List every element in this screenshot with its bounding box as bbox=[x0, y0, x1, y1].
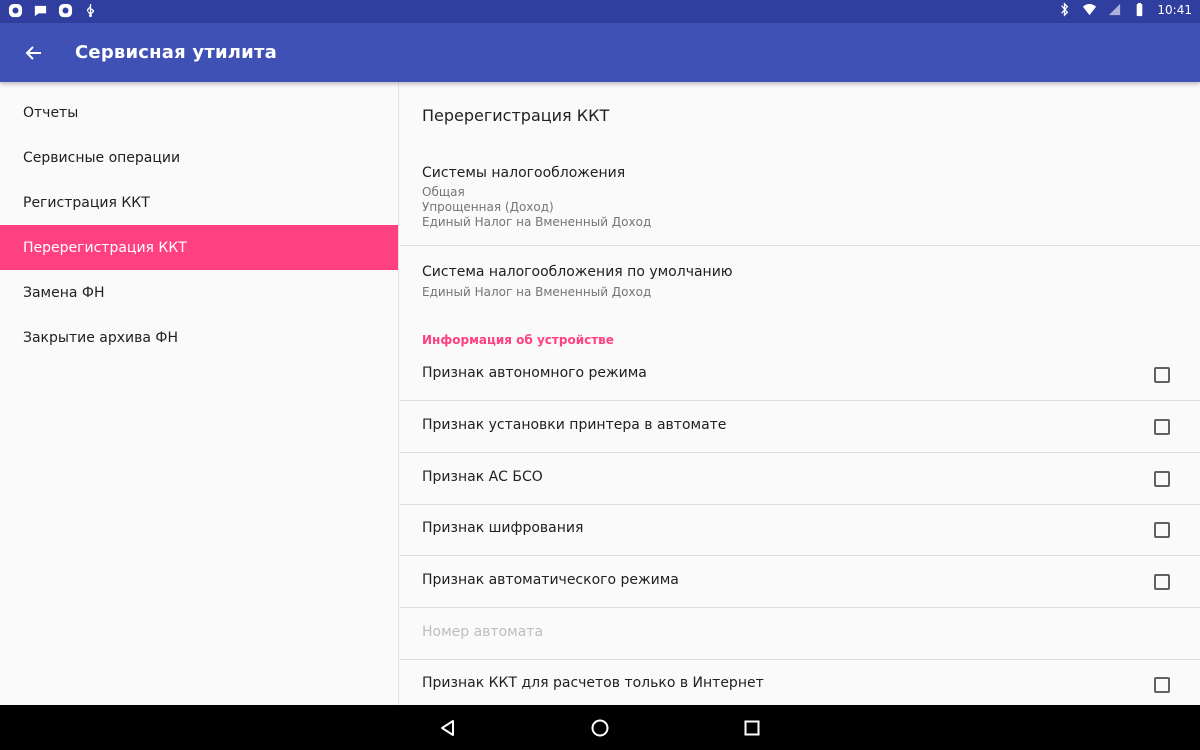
app-bar: Сервисная утилита bbox=[0, 23, 1200, 82]
checkbox-label: Признак автономного режима bbox=[422, 365, 647, 381]
autonomous-mode-row[interactable]: Признак автономного режима bbox=[400, 349, 1200, 401]
status-bar-notifications bbox=[8, 3, 98, 18]
arrow-back-icon bbox=[25, 46, 41, 60]
tax-systems-summary-line: Общая bbox=[422, 185, 465, 199]
encryption-row[interactable]: Признак шифрования bbox=[400, 504, 1200, 556]
status-bar: 10:41 bbox=[0, 0, 1200, 23]
menu-item-service-operations[interactable]: Сервисные операции bbox=[0, 135, 398, 180]
menu-item-kkt-registration[interactable]: Регистрация ККТ bbox=[0, 180, 398, 225]
preferences-pane: Перерегистрация ККТ Системы налогообложе… bbox=[400, 82, 1200, 705]
back-button[interactable] bbox=[19, 38, 49, 68]
recents-square-icon bbox=[744, 720, 760, 736]
tax-systems-preference[interactable]: Системы налогообложения Общая Упрощенная… bbox=[400, 152, 1200, 246]
nav-home-button[interactable] bbox=[588, 716, 612, 740]
checkbox-label: Признак установки принтера в автомате bbox=[422, 417, 727, 433]
home-circle-icon bbox=[591, 719, 609, 737]
machine-number-label: Номер автомата bbox=[422, 624, 544, 640]
printer-installed-checkbox[interactable] bbox=[1154, 419, 1170, 435]
menu-item-label: Сервисные операции bbox=[23, 149, 181, 166]
automatic-mode-row[interactable]: Признак автоматического режима bbox=[400, 556, 1200, 608]
status-bar-system: 10:41 bbox=[1057, 2, 1192, 17]
printer-installed-row[interactable]: Признак установки принтера в автомате bbox=[400, 401, 1200, 453]
clock: 10:41 bbox=[1157, 2, 1192, 17]
checkbox-label: Признак ККТ для расчетов только в Интерн… bbox=[422, 675, 764, 691]
nav-recents-button[interactable] bbox=[740, 716, 764, 740]
tax-systems-title: Системы налогообложения bbox=[422, 165, 626, 181]
back-triangle-icon bbox=[441, 720, 454, 736]
encryption-checkbox[interactable] bbox=[1154, 522, 1170, 538]
default-tax-preference[interactable]: Система налогообложения по умолчанию Еди… bbox=[400, 246, 1200, 316]
checkbox-label: Признак шифрования bbox=[422, 520, 584, 536]
bluetooth-icon bbox=[1057, 2, 1072, 17]
signal-icon bbox=[1107, 2, 1122, 17]
as-bso-row[interactable]: Признак АС БСО bbox=[400, 453, 1200, 505]
checkbox-label: Признак автоматического режима bbox=[422, 572, 679, 588]
nav-back-button[interactable] bbox=[436, 716, 460, 740]
automatic-mode-checkbox[interactable] bbox=[1154, 574, 1170, 590]
usb-icon bbox=[83, 3, 98, 18]
page-title: Перерегистрация ККТ bbox=[422, 106, 610, 125]
menu-item-label: Закрытие архива ФН bbox=[23, 329, 178, 346]
internet-only-row[interactable]: Признак ККТ для расчетов только в Интерн… bbox=[400, 659, 1200, 705]
navigation-bar bbox=[0, 705, 1200, 750]
menu-item-label: Отчеты bbox=[23, 104, 79, 121]
menu-item-fn-replacement[interactable]: Замена ФН bbox=[0, 270, 398, 315]
menu-item-label: Перерегистрация ККТ bbox=[23, 239, 187, 256]
internet-only-checkbox[interactable] bbox=[1154, 677, 1170, 693]
menu-item-kkt-reregistration[interactable]: Перерегистрация ККТ bbox=[0, 225, 398, 270]
machine-number-row: Номер автомата bbox=[400, 608, 1200, 660]
tax-systems-summary-line: Упрощенная (Доход) bbox=[422, 200, 554, 214]
checkbox-label: Признак АС БСО bbox=[422, 469, 543, 485]
default-tax-summary: Единый Налог на Вмененный Доход bbox=[422, 285, 652, 299]
settings-menu: Отчеты Сервисные операции Регистрация КК… bbox=[0, 82, 399, 705]
app-title: Сервисная утилита bbox=[75, 42, 277, 63]
tax-systems-summary-line: Единый Налог на Вмененный Доход bbox=[422, 215, 652, 229]
wifi-icon bbox=[1082, 2, 1097, 17]
menu-item-label: Замена ФН bbox=[23, 284, 105, 301]
autonomous-mode-checkbox[interactable] bbox=[1154, 367, 1170, 383]
menu-item-fn-archive-close[interactable]: Закрытие архива ФН bbox=[0, 315, 398, 360]
device-info-category: Информация об устройстве bbox=[422, 333, 614, 347]
battery-icon bbox=[1132, 2, 1147, 17]
menu-item-reports[interactable]: Отчеты bbox=[0, 90, 398, 135]
app-a-icon bbox=[8, 3, 23, 18]
menu-item-label: Регистрация ККТ bbox=[23, 194, 150, 211]
app-a-icon bbox=[58, 3, 73, 18]
message-icon bbox=[33, 3, 48, 18]
as-bso-checkbox[interactable] bbox=[1154, 471, 1170, 487]
default-tax-title: Система налогообложения по умолчанию bbox=[422, 264, 733, 280]
